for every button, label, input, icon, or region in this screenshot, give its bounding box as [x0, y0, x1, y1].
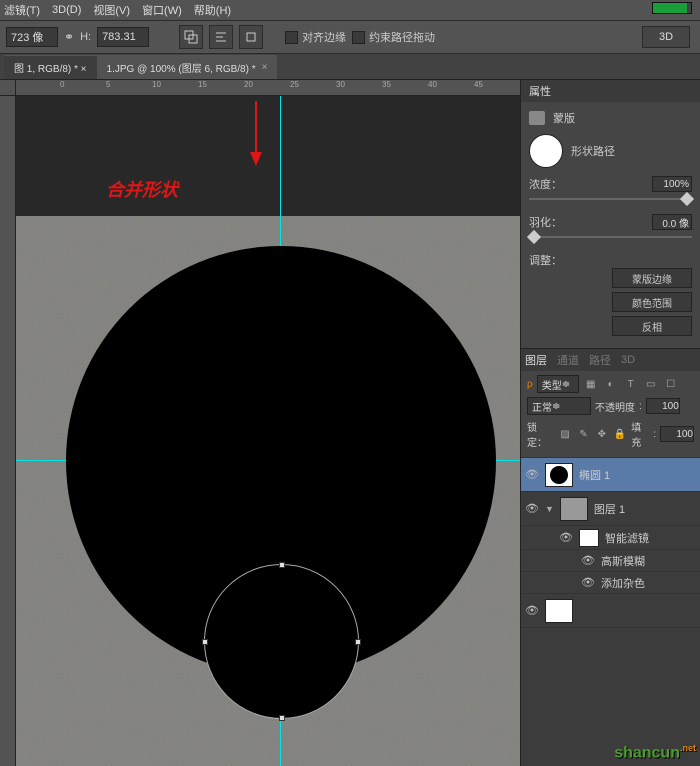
ruler-vertical [0, 96, 16, 766]
menu-window[interactable]: 窗口(W) [142, 2, 182, 18]
doc-tab-1[interactable]: 图 1, RGB/8) * × [4, 55, 97, 79]
lock-transparent-icon[interactable]: ▨ [558, 426, 572, 442]
layer-list: 👁 椭圆 1 👁 ▼ 图层 1 👁 智能滤镜 👁 高斯模糊 [521, 458, 700, 766]
layer-thumbnail[interactable] [560, 497, 588, 521]
fill-label: 填充 [631, 419, 649, 449]
menu-help[interactable]: 帮助(H) [194, 2, 231, 18]
opacity-label: 不透明度 [595, 399, 635, 414]
constrain-checkbox[interactable] [352, 31, 365, 44]
link-wh-icon[interactable]: ⚭ [64, 30, 74, 44]
density-label: 浓度： [529, 176, 562, 192]
height-label: H: [80, 31, 91, 43]
layer-name[interactable]: 添加杂色 [601, 575, 645, 591]
feather-slider[interactable] [529, 236, 692, 238]
layer-name[interactable]: 高斯模糊 [601, 553, 645, 569]
filter-shape-icon[interactable]: ▭ [643, 376, 659, 392]
menu-filter[interactable]: 滤镜(T) [4, 2, 40, 18]
visibility-icon[interactable]: 👁 [581, 554, 595, 568]
close-icon[interactable]: × [262, 62, 268, 73]
menu-bar: 滤镜(T) 3D(D) 视图(V) 窗口(W) 帮助(H) [0, 0, 700, 20]
layer-row-smart-filters[interactable]: 👁 智能滤镜 [521, 526, 700, 550]
filter-text-icon[interactable]: T [623, 376, 639, 392]
filter-type-select[interactable]: 类型 ≑ [537, 375, 579, 393]
doc-tab-2[interactable]: 1.JPG @ 100% (图层 6, RGB/8) *× [97, 55, 278, 79]
opacity-input[interactable] [646, 398, 680, 414]
feather-label: 羽化： [529, 214, 562, 230]
layer-row-bg[interactable]: 👁 [521, 594, 700, 628]
align-edges-checkbox[interactable] [285, 31, 298, 44]
constrain-label: 约束路径拖动 [369, 29, 435, 45]
filter-pixel-icon[interactable]: ▦ [583, 376, 599, 392]
document-tabs: 图 1, RGB/8) * × 1.JPG @ 100% (图层 6, RGB/… [0, 54, 700, 80]
align-edges-label: 对齐边缘 [302, 29, 346, 45]
color-range-button[interactable]: 颜色范围 [612, 292, 692, 312]
visibility-icon[interactable]: 👁 [525, 604, 539, 618]
blend-mode-select[interactable]: 正常 ≑ [527, 397, 591, 415]
ellipse-shape-small[interactable] [204, 564, 359, 719]
lock-all-icon[interactable]: 🔒 [613, 426, 627, 442]
feather-input[interactable] [652, 214, 692, 230]
combine-shapes-button[interactable] [179, 25, 203, 49]
layer-name[interactable]: 椭圆 1 [579, 467, 610, 483]
mask-icon [529, 111, 545, 125]
adjust-label: 调整： [529, 255, 562, 267]
filter-mask-thumbnail[interactable] [579, 529, 599, 547]
properties-panel: 属性 蒙版 形状路径 浓度： 羽化： [521, 80, 700, 349]
lock-label: 锁定： [527, 419, 554, 449]
shape-path-label: 形状路径 [571, 143, 615, 159]
layers-panel: 图层 通道 路径 3D ρ 类型 ≑ ▦ ◐ T ▭ ☐ 正常 ≑ 不透明度: [521, 349, 700, 766]
gpu-indicator-icon [652, 2, 692, 14]
panels-right: 属性 蒙版 形状路径 浓度： 羽化： [520, 80, 700, 766]
mask-label: 蒙版 [553, 110, 575, 126]
layer-thumbnail[interactable] [545, 599, 573, 623]
invert-button[interactable]: 反相 [612, 316, 692, 336]
collapse-icon[interactable]: ▼ [545, 504, 554, 514]
fill-input[interactable] [660, 426, 694, 442]
layer-row-layer1[interactable]: 👁 ▼ 图层 1 [521, 492, 700, 526]
canvas-region[interactable]: 05 1015 2025 3035 4045 50 [0, 80, 520, 766]
layer-thumbnail[interactable] [545, 463, 573, 487]
layer-row-ellipse[interactable]: 👁 椭圆 1 [521, 458, 700, 492]
layer-row-add-noise[interactable]: 👁 添加杂色 [521, 572, 700, 594]
align-button[interactable] [209, 25, 233, 49]
layer-name: 智能滤镜 [605, 530, 649, 546]
visibility-icon[interactable]: 👁 [559, 531, 573, 545]
layers-tab[interactable]: 图层 [525, 352, 547, 368]
visibility-icon[interactable]: 👁 [581, 576, 595, 590]
mask-edge-button[interactable]: 蒙版边缘 [612, 268, 692, 288]
options-bar: ⚭ H: 对齐边缘 约束路径拖动 3D [0, 20, 700, 54]
width-input[interactable] [6, 27, 58, 47]
properties-tab[interactable]: 属性 [529, 83, 551, 99]
channels-tab[interactable]: 通道 [557, 352, 579, 368]
menu-view[interactable]: 视图(V) [93, 2, 130, 18]
ruler-horizontal: 05 1015 2025 3035 4045 50 [16, 80, 520, 96]
shape-thumbnail[interactable] [529, 134, 563, 168]
3d-tab[interactable]: 3D [621, 354, 635, 366]
handwritten-annotation: 合并形状 [106, 126, 178, 202]
arrange-button[interactable] [239, 25, 263, 49]
menu-3d[interactable]: 3D(D) [52, 4, 81, 16]
height-input[interactable] [97, 27, 149, 47]
filter-adjust-icon[interactable]: ◐ [603, 376, 619, 392]
layer-name[interactable]: 图层 1 [594, 501, 625, 517]
ruler-corner [0, 80, 16, 96]
visibility-icon[interactable]: 👁 [525, 502, 539, 516]
paths-tab[interactable]: 路径 [589, 352, 611, 368]
3d-button[interactable]: 3D [642, 26, 690, 48]
filter-smart-icon[interactable]: ☐ [663, 376, 679, 392]
watermark: shancun.net [614, 743, 696, 762]
density-slider[interactable] [529, 198, 692, 200]
lock-position-icon[interactable]: ✥ [595, 426, 609, 442]
arrow-icon [236, 96, 276, 176]
layer-row-gaussian-blur[interactable]: 👁 高斯模糊 [521, 550, 700, 572]
visibility-icon[interactable]: 👁 [525, 468, 539, 482]
density-input[interactable] [652, 176, 692, 192]
lock-paint-icon[interactable]: ✎ [576, 426, 590, 442]
